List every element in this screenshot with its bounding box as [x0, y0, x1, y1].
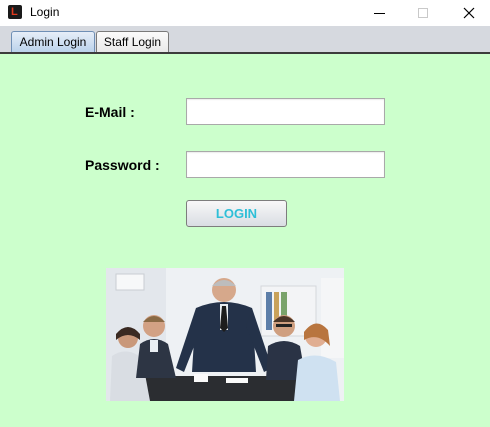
login-button[interactable]: LOGIN — [186, 200, 287, 227]
close-button[interactable] — [446, 0, 490, 26]
password-label: Password : — [85, 157, 160, 173]
email-label: E-Mail : — [85, 104, 135, 120]
email-field[interactable] — [186, 98, 385, 125]
maximize-icon — [418, 8, 428, 18]
password-field[interactable] — [186, 151, 385, 178]
minimize-icon — [373, 12, 385, 14]
maximize-button[interactable] — [400, 0, 446, 26]
window-title: Login — [30, 5, 60, 19]
minimize-button[interactable] — [356, 0, 402, 26]
close-icon — [463, 7, 475, 19]
tab-strip: Admin Login Staff Login — [0, 26, 490, 54]
app-logo-icon — [8, 5, 22, 19]
admin-login-panel: E-Mail : Password : LOGIN — [0, 54, 490, 427]
tab-staff-login[interactable]: Staff Login — [96, 31, 169, 53]
tab-admin-login[interactable]: Admin Login — [11, 31, 95, 53]
title-bar: Login — [0, 0, 490, 26]
meeting-photo — [106, 268, 344, 401]
